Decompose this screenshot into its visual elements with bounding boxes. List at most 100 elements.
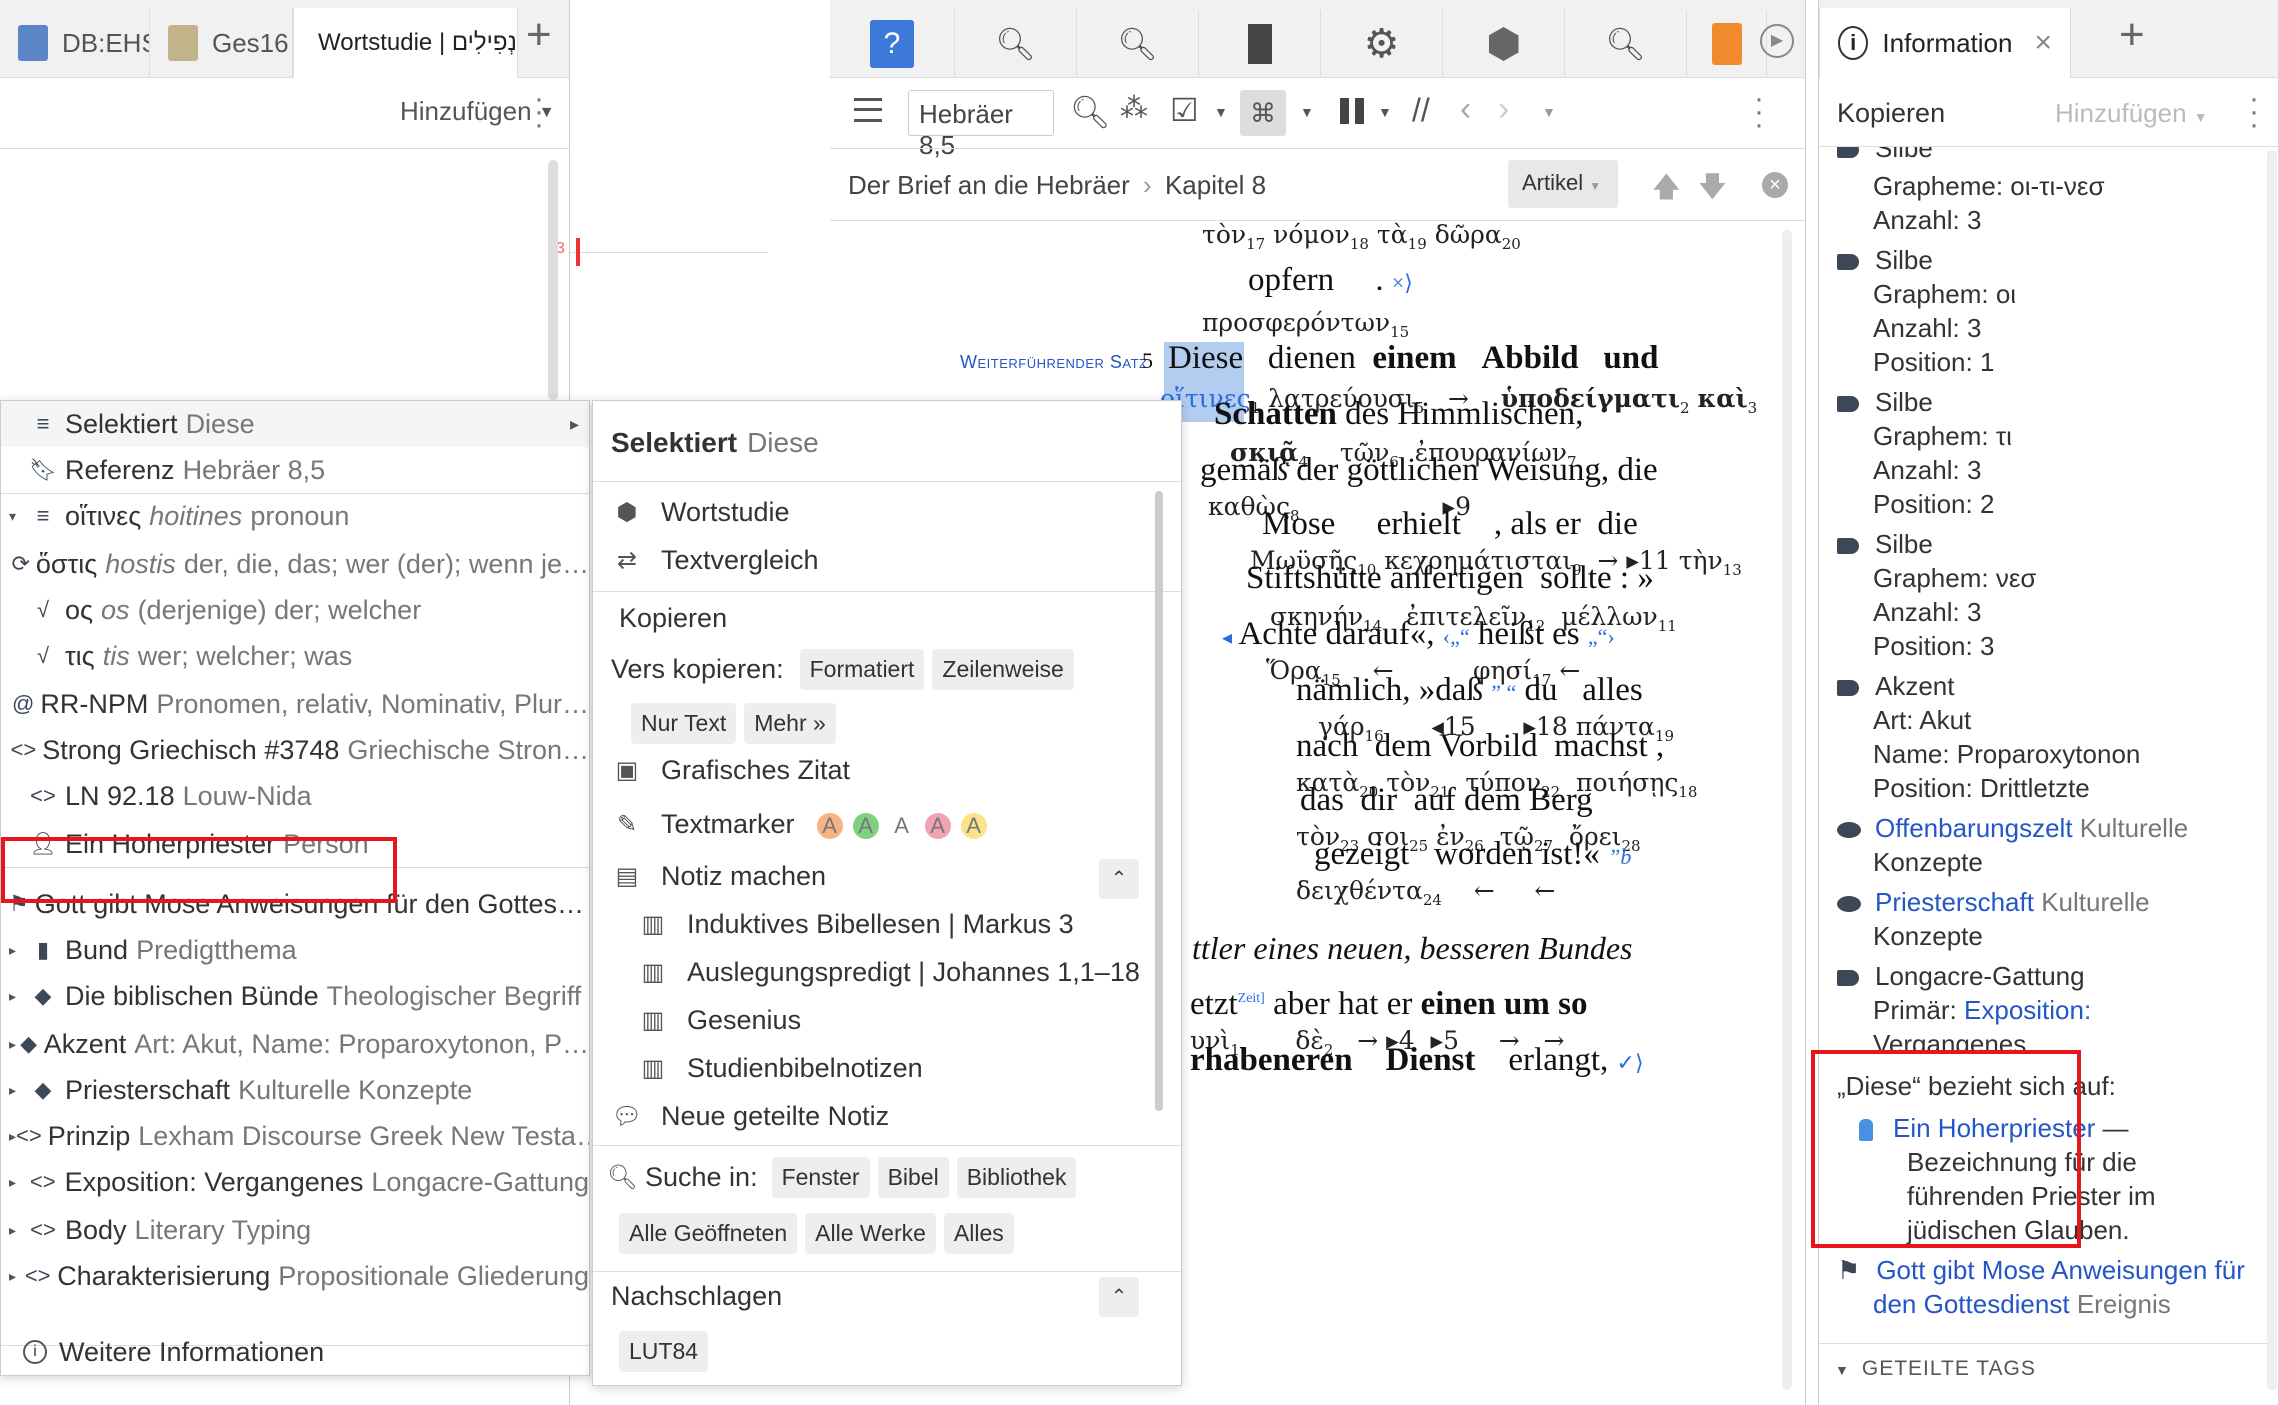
tab-wortstudie[interactable]: Wortstudie | נְפִילִים × (293, 8, 518, 78)
menu-item-notiz-machen[interactable]: ▤ Notiz machen (607, 861, 1181, 892)
priesterschaft-link[interactable]: Priesterschaft (1875, 887, 2034, 917)
context-menu-item[interactable]: ▸ ◆ Akzent Art: Akut, Name: Proparoxytonon,… (1, 1021, 589, 1067)
arrow-up-icon[interactable]: 🡅 (1652, 166, 1681, 214)
search-button-1[interactable]: 🔍︎ (955, 10, 1077, 78)
chip-mehr[interactable]: Mehr » (744, 703, 836, 744)
interlinear-button[interactable]: ⌘ (1240, 90, 1286, 136)
more-vertical-icon[interactable]: · · · (534, 84, 544, 140)
context-menu-item[interactable]: ⟳ ὅστις hostis der, die, das; wer (der); we… (1, 541, 589, 587)
highlighter-swatch[interactable]: A (816, 813, 843, 839)
highlighter-swatch[interactable]: A (960, 813, 987, 839)
highlighter-swatch[interactable]: A (852, 813, 879, 839)
note-item[interactable]: ▥ Studienbibelnotizen (633, 1053, 1181, 1084)
highlighter-swatch[interactable]: A (888, 813, 915, 839)
context-menu-item[interactable]: ▸ ◆ Die biblischen Bünde Theologischer Begr… (1, 973, 589, 1019)
chevron-down-icon[interactable]: ▼ (1542, 104, 1556, 120)
close-icon[interactable]: × (1762, 172, 1788, 198)
menu-item-neue-notiz[interactable]: 💬︎ Neue geteilte Notiz (607, 1101, 1181, 1132)
more-vertical-icon[interactable]: · · · (1754, 84, 1764, 140)
artikel-dropdown[interactable]: Artikel ▼ (1508, 160, 1618, 208)
exposition-link[interactable]: Exposition: (1964, 995, 2091, 1025)
checkbox-icon[interactable]: ☑ (1170, 94, 1199, 126)
help-button[interactable]: ? (830, 10, 955, 78)
context-menu-item[interactable]: ≡ Selektiert Diese ▸ (1, 401, 589, 447)
collapse-button[interactable]: ⌃ (1099, 1277, 1139, 1317)
chip-zeilenweise[interactable]: Zeilenweise (932, 649, 1074, 690)
arrow-down-icon[interactable]: 🡇 (1698, 166, 1727, 214)
settings-button[interactable]: ⚙ (1321, 10, 1443, 78)
context-menu-item[interactable]: ▸ <> Charakterisierung Propositionale Glied… (1, 1253, 589, 1299)
context-menu-item[interactable]: <> LN 92.18 Louw-Nida (1, 773, 589, 819)
expander-icon[interactable]: ▸ (9, 1036, 19, 1053)
context-menu-item[interactable]: @ RR-NPM Pronomen, relativ, Nominativ, Plu… (1, 681, 589, 727)
scrollbar[interactable] (1782, 230, 1792, 1390)
wortstudie-button[interactable] (1443, 10, 1565, 78)
menu-icon[interactable] (854, 98, 882, 122)
scrollbar[interactable] (1155, 491, 1163, 1111)
geteilte-tags-header[interactable]: ▼ GETEILTE TAGS (1835, 1357, 2267, 1381)
collapse-button[interactable]: ⌃ (1099, 859, 1139, 899)
chip-alle-werke[interactable]: Alle Werke (805, 1213, 936, 1254)
back-icon[interactable]: ‹ (1460, 90, 1471, 129)
close-icon[interactable]: × (2034, 26, 2052, 60)
context-menu-item[interactable]: 🔖︎ Referenz Hebräer 8,5 (1, 447, 589, 493)
resource-button[interactable] (1199, 10, 1321, 78)
add-dropdown[interactable]: Hinzufügen ▼ (400, 96, 555, 127)
chip-formatiert[interactable]: Formatiert (799, 649, 925, 690)
add-dropdown[interactable]: Hinzufügen ▼ (2055, 98, 2208, 129)
expander-icon[interactable]: ▾ (9, 508, 27, 525)
context-menu-item[interactable]: ▸ <> Body Literary Typing (1, 1207, 589, 1253)
parallel-icon[interactable]: // (1412, 92, 1430, 129)
chevron-down-icon[interactable]: ▼ (1300, 104, 1314, 120)
reference-input[interactable]: Hebräer 8,5 (908, 90, 1054, 160)
context-menu-item[interactable]: <> Strong Griechisch #3748 Griechische Str… (1, 727, 589, 773)
exposition-link-2[interactable]: Vergangenes (1873, 1029, 2267, 1051)
context-menu-item[interactable]: ▸ <> Prinzip Lexham Discourse Greek New Tes… (1, 1113, 589, 1159)
menu-item-textmarker[interactable]: ✎ Textmarker A A A A A (607, 809, 1181, 840)
expander-icon[interactable]: ▸ (9, 988, 27, 1005)
expander-icon[interactable]: ▸ (9, 1128, 16, 1145)
chevron-down-icon[interactable]: ▼ (1378, 104, 1392, 120)
breadcrumb-chapter[interactable]: Kapitel 8 (1165, 170, 1266, 200)
menu-item-textvergleich[interactable]: ⇄ Textvergleich (607, 545, 1181, 576)
tab-db-ehs[interactable]: DB:EHS (0, 8, 150, 78)
zeit-tag[interactable]: Zeit] (1238, 991, 1265, 1006)
context-menu-item[interactable]: ▸ <> Exposition: Vergangenes Longacre-Gattu… (1, 1159, 589, 1205)
chip-alle-geoeffneten[interactable]: Alle Geöffneten (619, 1213, 798, 1254)
gott-link-2[interactable]: den Gottesdienst (1873, 1289, 2070, 1319)
chevron-down-icon[interactable]: ▼ (1214, 104, 1228, 120)
note-item[interactable]: ▥ Auslegungspredigt | Johannes 1,1–18 (633, 957, 1181, 988)
context-menu-item[interactable]: ▸ ◆ Priesterschaft Kulturelle Konzepte (1, 1067, 589, 1113)
scrollbar[interactable] (2267, 150, 2277, 1390)
offenbarungszelt-link[interactable]: Offenbarungszelt (1875, 813, 2073, 843)
tab-information[interactable]: i Information × (1819, 8, 2071, 78)
expander-icon[interactable]: ▸ (9, 1222, 27, 1239)
add-tab-icon[interactable]: + (2119, 10, 2145, 60)
note-item[interactable]: ▥ Induktives Bibellesen | Markus 3 (633, 909, 1181, 940)
chip-nur-text[interactable]: Nur Text (631, 703, 737, 744)
nachschlagen-header[interactable]: Nachschlagen (611, 1281, 1181, 1312)
chip-lut84[interactable]: LUT84 (619, 1331, 709, 1372)
columns-icon[interactable] (1340, 98, 1364, 124)
context-menu-item[interactable]: ▸ ▮ Bund Predigtthema (1, 927, 589, 973)
chip-alles[interactable]: Alles (943, 1213, 1014, 1254)
menu-item-grafisches-zitat[interactable]: ▣ Grafisches Zitat (607, 755, 1181, 786)
kopieren-button[interactable]: Kopieren (1837, 98, 1945, 129)
note-item[interactable]: ▥ Gesenius (633, 1005, 1181, 1036)
add-tab-icon[interactable]: + (526, 10, 552, 60)
tab-ges16[interactable]: Ges16 (150, 8, 293, 78)
chip-fenster[interactable]: Fenster (771, 1157, 870, 1198)
expander-icon[interactable]: ▸ (9, 1082, 27, 1099)
esv-button[interactable] (1687, 10, 1767, 78)
menu-item-wortstudie[interactable]: ⬢ Wortstudie (607, 497, 1181, 528)
expander-icon[interactable]: ▸ (9, 942, 27, 959)
context-menu-item[interactable]: ▾ ≡ οἵτινες hoitines pronoun (1, 493, 589, 539)
highlighter-swatch[interactable]: A (924, 813, 951, 839)
breadcrumb-book[interactable]: Der Brief an die Hebräer (848, 170, 1130, 200)
search-icon[interactable]: 🔍︎ (1070, 96, 1111, 128)
more-info-button[interactable]: i Weitere Informationen (1, 1329, 589, 1375)
search-button-2[interactable]: 🔍︎ (1077, 10, 1199, 78)
gott-link[interactable]: Gott gibt Mose Anweisungen für (1876, 1255, 2245, 1285)
chip-bibliothek[interactable]: Bibliothek (956, 1157, 1077, 1198)
forward-icon[interactable]: › (1498, 90, 1509, 129)
